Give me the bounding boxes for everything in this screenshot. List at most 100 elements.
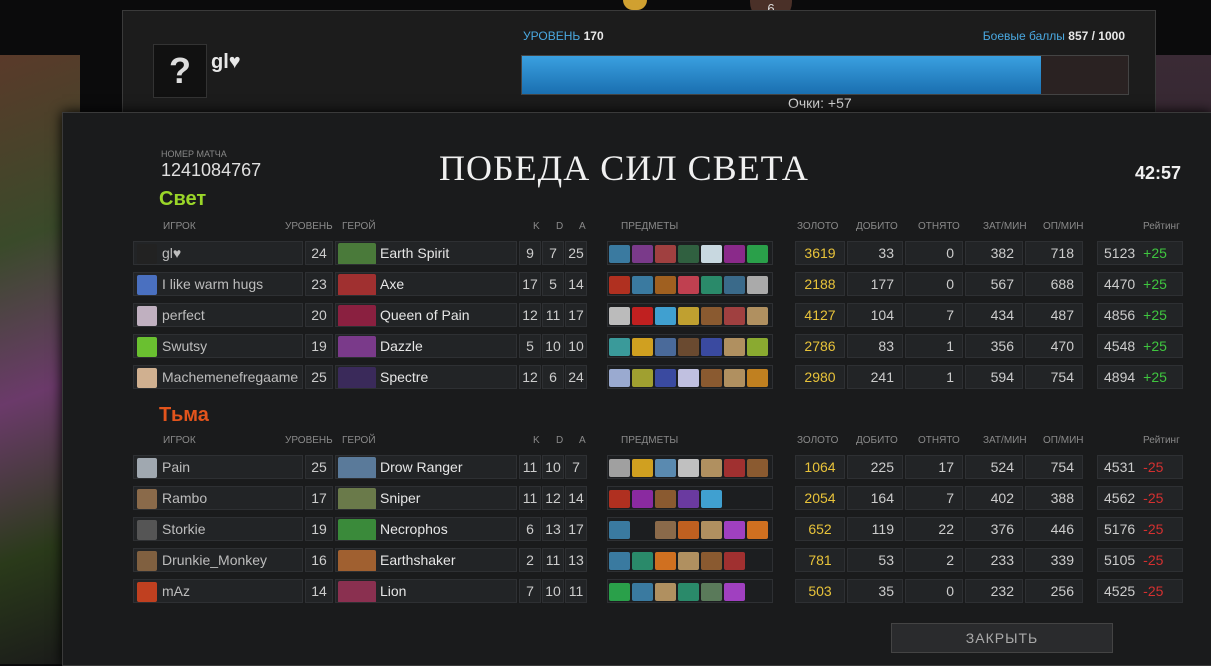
item-icon[interactable] — [609, 369, 630, 387]
item-icon[interactable] — [609, 552, 630, 570]
item-icon[interactable] — [655, 552, 676, 570]
item-icon[interactable] — [655, 245, 676, 263]
item-icon[interactable] — [609, 459, 630, 477]
player-row[interactable]: Pain 25 Drow Ranger 11 10 7 1064 225 17 524 754 453… — [133, 455, 1183, 481]
player-name[interactable]: Machemenefregaame — [162, 369, 298, 385]
hero-cell[interactable]: Earthshaker — [335, 548, 517, 572]
item-icon[interactable] — [655, 276, 676, 294]
item-icon[interactable] — [609, 521, 630, 539]
player-name-cell[interactable]: gl♥ — [133, 241, 303, 265]
hero-cell[interactable]: Sniper — [335, 486, 517, 510]
player-name-cell[interactable]: Pain — [133, 455, 303, 479]
item-icon[interactable] — [701, 583, 722, 601]
item-icon[interactable] — [678, 369, 699, 387]
item-icon[interactable] — [609, 583, 630, 601]
item-icon[interactable] — [678, 583, 699, 601]
player-row[interactable]: I like warm hugs 23 Axe 17 5 14 2188 177 0 567 688… — [133, 272, 1183, 298]
player-name[interactable]: gl♥ — [162, 245, 181, 261]
item-icon[interactable] — [655, 369, 676, 387]
player-name[interactable]: I like warm hugs — [162, 276, 263, 292]
item-icon[interactable] — [632, 521, 653, 539]
item-icon[interactable] — [724, 307, 745, 325]
item-icon[interactable] — [724, 276, 745, 294]
item-icon[interactable] — [701, 245, 722, 263]
player-name[interactable]: mAz — [162, 583, 190, 599]
item-icon[interactable] — [747, 521, 768, 539]
item-icon[interactable] — [678, 552, 699, 570]
item-icon[interactable] — [632, 552, 653, 570]
item-icon[interactable] — [747, 490, 768, 508]
item-icon[interactable] — [701, 459, 722, 477]
item-icon[interactable] — [747, 276, 768, 294]
hero-cell[interactable]: Drow Ranger — [335, 455, 517, 479]
item-icon[interactable] — [678, 521, 699, 539]
item-icon[interactable] — [609, 276, 630, 294]
player-name-cell[interactable]: I like warm hugs — [133, 272, 303, 296]
item-icon[interactable] — [609, 338, 630, 356]
item-icon[interactable] — [655, 459, 676, 477]
item-icon[interactable] — [632, 338, 653, 356]
item-icon[interactable] — [724, 552, 745, 570]
player-name[interactable]: Rambo — [162, 490, 207, 506]
hero-cell[interactable]: Dazzle — [335, 334, 517, 358]
player-name[interactable]: Storkie — [162, 521, 206, 537]
player-row[interactable]: perfect 20 Queen of Pain 12 11 17 4127 104 7 434 4… — [133, 303, 1183, 329]
hero-cell[interactable]: Earth Spirit — [335, 241, 517, 265]
player-row[interactable]: mAz 14 Lion 7 10 11 503 35 0 232 256 4525 -25 — [133, 579, 1183, 605]
item-icon[interactable] — [747, 459, 768, 477]
item-icon[interactable] — [655, 338, 676, 356]
player-name-cell[interactable]: perfect — [133, 303, 303, 327]
item-icon[interactable] — [678, 307, 699, 325]
close-button[interactable]: ЗАКРЫТЬ — [891, 623, 1113, 653]
item-icon[interactable] — [701, 552, 722, 570]
player-row[interactable]: Storkie 19 Necrophos 6 13 17 652 119 22 376 446 517… — [133, 517, 1183, 543]
item-icon[interactable] — [609, 245, 630, 263]
item-icon[interactable] — [655, 583, 676, 601]
player-name-cell[interactable]: mAz — [133, 579, 303, 603]
player-row[interactable]: Drunkie_Monkey 16 Earthshaker 2 11 13 781 53 2 23… — [133, 548, 1183, 574]
item-icon[interactable] — [701, 521, 722, 539]
player-name-cell[interactable]: Machemenefregaame — [133, 365, 303, 389]
item-icon[interactable] — [678, 276, 699, 294]
item-icon[interactable] — [747, 245, 768, 263]
item-icon[interactable] — [747, 369, 768, 387]
item-icon[interactable] — [655, 490, 676, 508]
player-row[interactable]: Rambo 17 Sniper 11 12 14 2054 164 7 402 388 4562 -25 — [133, 486, 1183, 512]
item-icon[interactable] — [747, 338, 768, 356]
hero-cell[interactable]: Necrophos — [335, 517, 517, 541]
item-icon[interactable] — [724, 490, 745, 508]
item-icon[interactable] — [655, 521, 676, 539]
item-icon[interactable] — [632, 369, 653, 387]
item-icon[interactable] — [609, 490, 630, 508]
item-icon[interactable] — [632, 459, 653, 477]
player-name-cell[interactable]: Rambo — [133, 486, 303, 510]
player-name[interactable]: Pain — [162, 459, 190, 475]
player-name[interactable]: Drunkie_Monkey — [162, 552, 267, 568]
hero-cell[interactable]: Lion — [335, 579, 517, 603]
item-icon[interactable] — [724, 245, 745, 263]
item-icon[interactable] — [632, 490, 653, 508]
hero-cell[interactable]: Axe — [335, 272, 517, 296]
player-name[interactable]: perfect — [162, 307, 205, 323]
item-icon[interactable] — [701, 338, 722, 356]
item-icon[interactable] — [724, 459, 745, 477]
player-avatar[interactable]: ? — [153, 44, 207, 98]
item-icon[interactable] — [701, 276, 722, 294]
item-icon[interactable] — [678, 490, 699, 508]
item-icon[interactable] — [632, 307, 653, 325]
item-icon[interactable] — [747, 307, 768, 325]
item-icon[interactable] — [747, 552, 768, 570]
item-icon[interactable] — [724, 369, 745, 387]
player-name[interactable]: Swutsy — [162, 338, 207, 354]
player-name-cell[interactable]: Swutsy — [133, 334, 303, 358]
item-icon[interactable] — [747, 583, 768, 601]
hero-cell[interactable]: Queen of Pain — [335, 303, 517, 327]
item-icon[interactable] — [655, 307, 676, 325]
player-row[interactable]: gl♥ 24 Earth Spirit 9 7 25 3619 33 0 382 718 5123 +2… — [133, 241, 1183, 267]
item-icon[interactable] — [678, 459, 699, 477]
item-icon[interactable] — [678, 245, 699, 263]
player-row[interactable]: Swutsy 19 Dazzle 5 10 10 2786 83 1 356 470 4548 +25 — [133, 334, 1183, 360]
item-icon[interactable] — [701, 490, 722, 508]
player-row[interactable]: Machemenefregaame 25 Spectre 12 6 24 2980 241 1 5… — [133, 365, 1183, 391]
item-icon[interactable] — [632, 245, 653, 263]
